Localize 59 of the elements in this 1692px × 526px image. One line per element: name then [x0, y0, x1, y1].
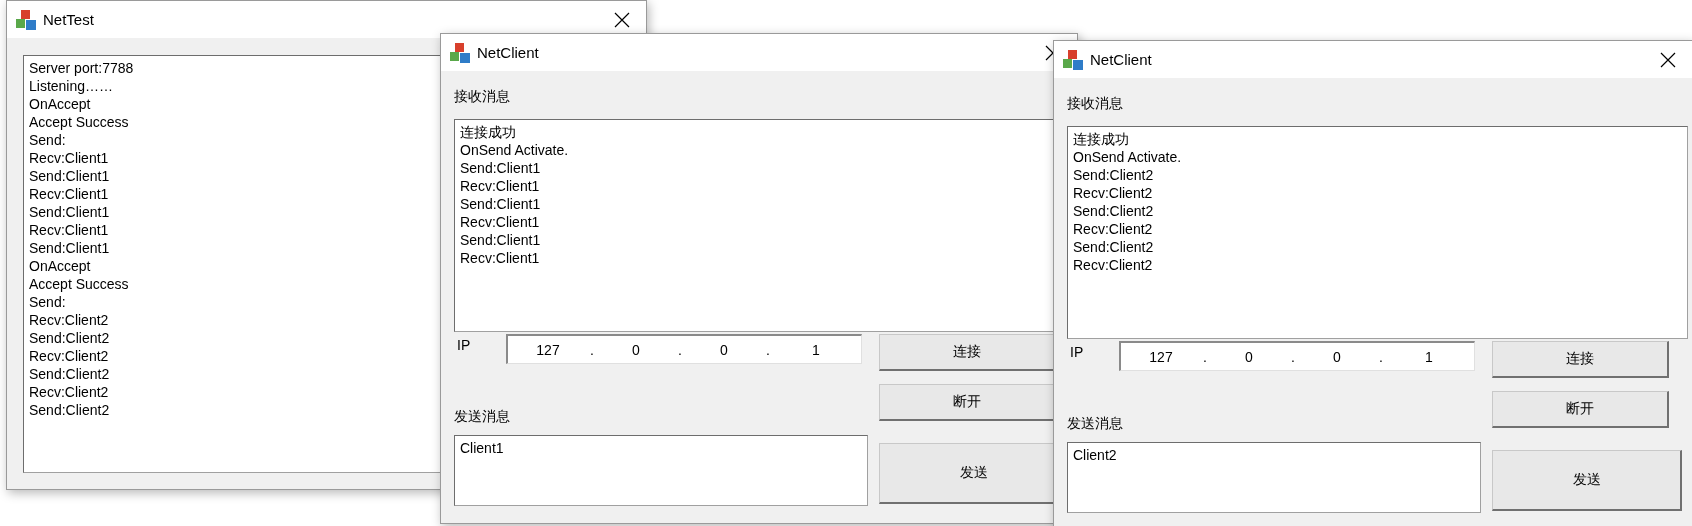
- send-message-field[interactable]: Client1: [454, 435, 868, 506]
- log-line: Recv:Client1: [460, 249, 540, 267]
- log-line: Send:Client2: [1073, 238, 1154, 256]
- connect-button[interactable]: 连接: [1492, 341, 1669, 378]
- log-line: Recv:Client1: [29, 185, 109, 203]
- disconnect-button[interactable]: 断开: [1492, 391, 1669, 428]
- log-line: Recv:Client2: [1073, 184, 1153, 202]
- log-line: 连接成功: [460, 123, 516, 141]
- log-line: Send:Client1: [29, 167, 110, 185]
- connect-button[interactable]: 连接: [879, 334, 1056, 371]
- log-line: Recv:Client2: [29, 311, 109, 329]
- window-title: NetTest: [43, 11, 94, 28]
- log-line: Recv:Client2: [29, 347, 109, 365]
- log-line: Send:Client1: [460, 195, 541, 213]
- log-line: Recv:Client2: [29, 383, 109, 401]
- close-icon[interactable]: [614, 11, 630, 28]
- log-line: Send:Client2: [1073, 202, 1154, 220]
- log-line: Send:Client1: [29, 203, 110, 221]
- log-line: Send:Client1: [29, 239, 110, 257]
- log-line: Recv:Client1: [29, 149, 109, 167]
- log-line: Send:Client2: [1073, 166, 1154, 184]
- log-line: Recv:Client1: [460, 213, 540, 231]
- ip-address-field[interactable]: 127 . 0 . 0 . 1: [506, 334, 862, 364]
- log-line: OnSend Activate.: [460, 141, 569, 159]
- app-icon: [15, 8, 37, 31]
- log-line: Server port:7788: [29, 59, 134, 77]
- disconnect-button[interactable]: 断开: [879, 384, 1056, 421]
- log-line: Recv:Client1: [29, 221, 109, 239]
- log-line: OnAccept: [29, 95, 91, 113]
- app-icon: [449, 41, 471, 64]
- log-line: Recv:Client2: [1073, 256, 1153, 274]
- receive-label: 接收消息: [454, 87, 511, 106]
- send-label: 发送消息: [1067, 414, 1124, 433]
- log-line: Send:Client2: [29, 329, 110, 347]
- receive-label: 接收消息: [1067, 94, 1124, 113]
- log-line: OnSend Activate.: [1073, 148, 1182, 166]
- log-line: Accept Success: [29, 113, 129, 131]
- log-line: Send:Client1: [460, 159, 541, 177]
- ip-label: IP: [456, 336, 472, 355]
- send-button[interactable]: 发送: [1492, 450, 1682, 511]
- log-line: Send:: [29, 131, 66, 149]
- log-line: Send:Client2: [29, 365, 110, 383]
- log-line: Recv:Client2: [1073, 220, 1153, 238]
- send-label: 发送消息: [454, 407, 511, 426]
- log-line: OnAccept: [29, 257, 91, 275]
- window-title: NetClient: [1090, 51, 1152, 68]
- log-line: Listening……: [29, 77, 114, 95]
- log-line: Accept Success: [29, 275, 129, 293]
- window-title: NetClient: [477, 44, 539, 61]
- log-line: Send:Client1: [460, 231, 541, 249]
- log-line: Send:Client2: [29, 401, 110, 419]
- close-icon[interactable]: [1660, 51, 1676, 68]
- log-line: 连接成功: [1073, 130, 1129, 148]
- ip-label: IP: [1069, 343, 1085, 362]
- app-icon: [1062, 48, 1084, 71]
- log-line: Recv:Client1: [460, 177, 540, 195]
- send-message-field[interactable]: Client2: [1067, 442, 1481, 513]
- log-line: Send:: [29, 293, 66, 311]
- ip-address-field[interactable]: 127 . 0 . 0 . 1: [1119, 341, 1475, 371]
